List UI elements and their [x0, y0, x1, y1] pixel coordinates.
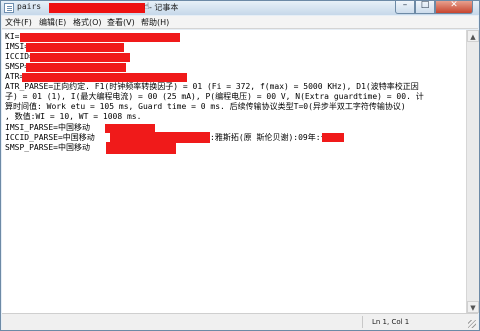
menu-file[interactable]: 文件(F)	[5, 17, 32, 28]
vertical-scrollbar[interactable]: ▲ ▼	[466, 30, 479, 313]
redacted-ki	[20, 33, 180, 42]
menu-help[interactable]: 帮助(H)	[141, 17, 169, 28]
status-divider	[362, 316, 363, 328]
text-area[interactable]: KI= IMSI= ICCID= SMSP= ATR= ATR_PARSE=正向…	[2, 30, 466, 313]
maximize-icon: □	[420, 0, 430, 10]
window-title-suffix: - 记事本	[149, 3, 179, 12]
redacted-smsp-parse	[106, 142, 176, 154]
maximize-button[interactable]: □	[415, 0, 435, 14]
redacted-smsp	[26, 63, 126, 72]
scroll-down-icon[interactable]: ▼	[467, 301, 479, 313]
resize-grip-icon[interactable]	[468, 320, 476, 328]
line-ki: KI=	[5, 32, 20, 41]
close-button[interactable]: ✕	[435, 0, 473, 14]
line-iccid-parse: ICCID_PARSE=中国移动	[5, 133, 95, 142]
iccid-parse-detail: :雅斯拓(原 斯伦贝谢):09年:号段	[210, 133, 337, 142]
line-smsp-parse: SMSP_PARSE=中国移动	[5, 143, 90, 152]
redacted-atr	[22, 73, 187, 82]
minimize-button[interactable]: –	[395, 0, 415, 14]
redacted-iccid	[30, 53, 130, 62]
status-bar: Ln 1, Col 1	[2, 313, 478, 330]
close-icon: ✕	[450, 0, 458, 10]
minimize-icon: –	[402, 0, 408, 10]
line-imsi-parse: IMSI_PARSE=中国移动	[5, 123, 90, 132]
cursor-position: Ln 1, Col 1	[372, 318, 410, 326]
scroll-up-icon[interactable]: ▲	[467, 30, 479, 42]
line-atr-parse-2: 子) = 01 (1), I(最大编程电流) = 00 (25 mA), P(编…	[5, 92, 424, 101]
redacted-title-block	[49, 3, 145, 13]
menu-view[interactable]: 查看(V)	[107, 17, 135, 28]
menu-format[interactable]: 格式(O)	[73, 17, 102, 28]
redacted-imsi	[26, 43, 124, 52]
line-atr-parse-3: 算时间值: Work etu = 105 ms, Guard time = 0 …	[5, 102, 406, 111]
notepad-icon	[4, 3, 14, 13]
window-title-prefix: pairs	[17, 2, 42, 11]
redacted-iccid-segment	[322, 133, 344, 142]
notepad-window: pairs ☝ - 记事本 – □ ✕ 文件(F) 编辑(E) 格式(O) 查看…	[0, 0, 480, 331]
line-atr-parse-4: , 数值:WI = 10, WT = 1008 ms.	[5, 112, 142, 121]
line-atr-parse-1: ATR_PARSE=正向约定. F1(时钟频率转换因子) = 01 (Fi = …	[5, 82, 419, 91]
menu-edit[interactable]: 编辑(E)	[39, 17, 66, 28]
menu-bar: 文件(F) 编辑(E) 格式(O) 查看(V) 帮助(H)	[2, 16, 478, 29]
